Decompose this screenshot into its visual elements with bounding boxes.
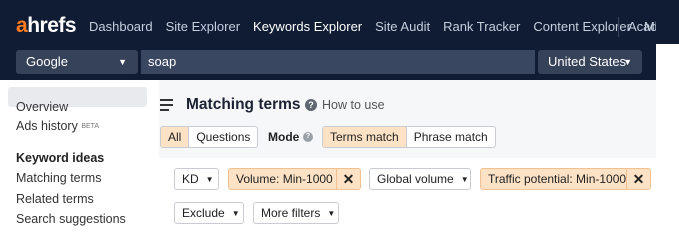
beta-badge: BETA bbox=[81, 123, 100, 130]
tab-all[interactable]: All bbox=[161, 127, 190, 147]
logo-text: hrefs bbox=[27, 14, 77, 37]
mode-help-icon[interactable]: ? bbox=[303, 132, 313, 142]
search-engine-select[interactable]: Google ▼ bbox=[16, 50, 138, 74]
nav-links: Dashboard Site Explorer Keywords Explore… bbox=[89, 18, 679, 36]
search-bar: Google ▼ United States ▼ bbox=[0, 44, 679, 80]
tab-phrase-match[interactable]: Phrase match bbox=[407, 127, 495, 147]
exclude-button[interactable]: Exclude ▼ bbox=[174, 202, 244, 224]
nav-site-explorer[interactable]: Site Explorer bbox=[166, 18, 240, 36]
sidebar-item-related-terms[interactable]: Related terms bbox=[16, 191, 94, 207]
page-title: Matching terms bbox=[186, 96, 301, 113]
global-volume-button[interactable]: Global volume ▼ bbox=[369, 168, 471, 190]
chevron-down-icon: ▼ bbox=[118, 57, 127, 67]
kd-filter-button[interactable]: KD ▼ bbox=[174, 168, 219, 190]
sidebar-item-search-suggestions[interactable]: Search suggestions bbox=[16, 211, 126, 227]
kd-filter-label: KD bbox=[182, 172, 199, 186]
logo-accent-letter: a bbox=[16, 14, 28, 37]
chevron-down-icon: ▼ bbox=[460, 175, 469, 184]
search-engine-value: Google bbox=[26, 54, 68, 69]
keyword-search-input[interactable] bbox=[141, 50, 535, 74]
remove-filter-icon[interactable]: ✕ bbox=[626, 169, 650, 189]
nav-content-explorer[interactable]: Content Explorer bbox=[533, 18, 631, 36]
nav-dashboard[interactable]: Dashboard bbox=[89, 18, 153, 36]
traffic-potential-filter-tag[interactable]: Traffic potential: Min-1000 ✕ bbox=[480, 168, 651, 190]
more-filters-label: More filters bbox=[261, 206, 321, 220]
ahrefs-logo[interactable]: ahrefs bbox=[16, 13, 77, 39]
chevron-down-icon: ▼ bbox=[327, 209, 336, 218]
scope-tabs: All Questions bbox=[160, 126, 259, 148]
sidebar-section-keyword-ideas: Keyword ideas bbox=[16, 151, 105, 165]
sidebar-item-matching-terms[interactable]: Matching terms bbox=[16, 170, 101, 186]
nav-keywords-explorer[interactable]: Keywords Explorer bbox=[253, 18, 362, 36]
menu-icon[interactable] bbox=[160, 99, 173, 114]
nav-site-audit[interactable]: Site Audit bbox=[375, 18, 430, 36]
tab-terms-match[interactable]: Terms match bbox=[323, 127, 407, 147]
sidebar-item-label: Ads history bbox=[16, 119, 78, 133]
remove-filter-icon[interactable]: ✕ bbox=[336, 169, 360, 189]
more-filters-button[interactable]: More filters ▼ bbox=[253, 202, 339, 224]
volume-filter-tag[interactable]: Volume: Min-1000 ✕ bbox=[228, 168, 361, 190]
chevron-down-icon: ▼ bbox=[623, 57, 632, 67]
how-to-use-link[interactable]: How to use bbox=[322, 97, 385, 113]
exclude-label: Exclude bbox=[182, 206, 225, 220]
chevron-down-icon: ▼ bbox=[205, 175, 214, 184]
nav-academy[interactable]: Acad bbox=[628, 18, 658, 36]
chevron-down-icon: ▼ bbox=[231, 209, 240, 218]
help-icon[interactable]: ? bbox=[305, 99, 317, 111]
country-value: United States bbox=[548, 54, 627, 69]
sidebar-item-overview[interactable]: Overview bbox=[16, 99, 68, 115]
mode-label: Mode bbox=[268, 130, 300, 144]
page-right-edge bbox=[656, 44, 679, 240]
match-mode-tabs: Terms match Phrase match bbox=[322, 126, 496, 148]
traffic-potential-filter-label: Traffic potential: Min-1000 bbox=[488, 172, 627, 186]
nav-rank-tracker[interactable]: Rank Tracker bbox=[443, 18, 520, 36]
country-select[interactable]: United States ▼ bbox=[538, 50, 642, 74]
global-volume-label: Global volume bbox=[377, 172, 454, 186]
nav-divider bbox=[618, 17, 619, 37]
volume-filter-label: Volume: Min-1000 bbox=[236, 172, 333, 186]
tab-questions[interactable]: Questions bbox=[189, 127, 257, 147]
sidebar-item-ads-history[interactable]: Ads history BETA bbox=[16, 118, 99, 134]
